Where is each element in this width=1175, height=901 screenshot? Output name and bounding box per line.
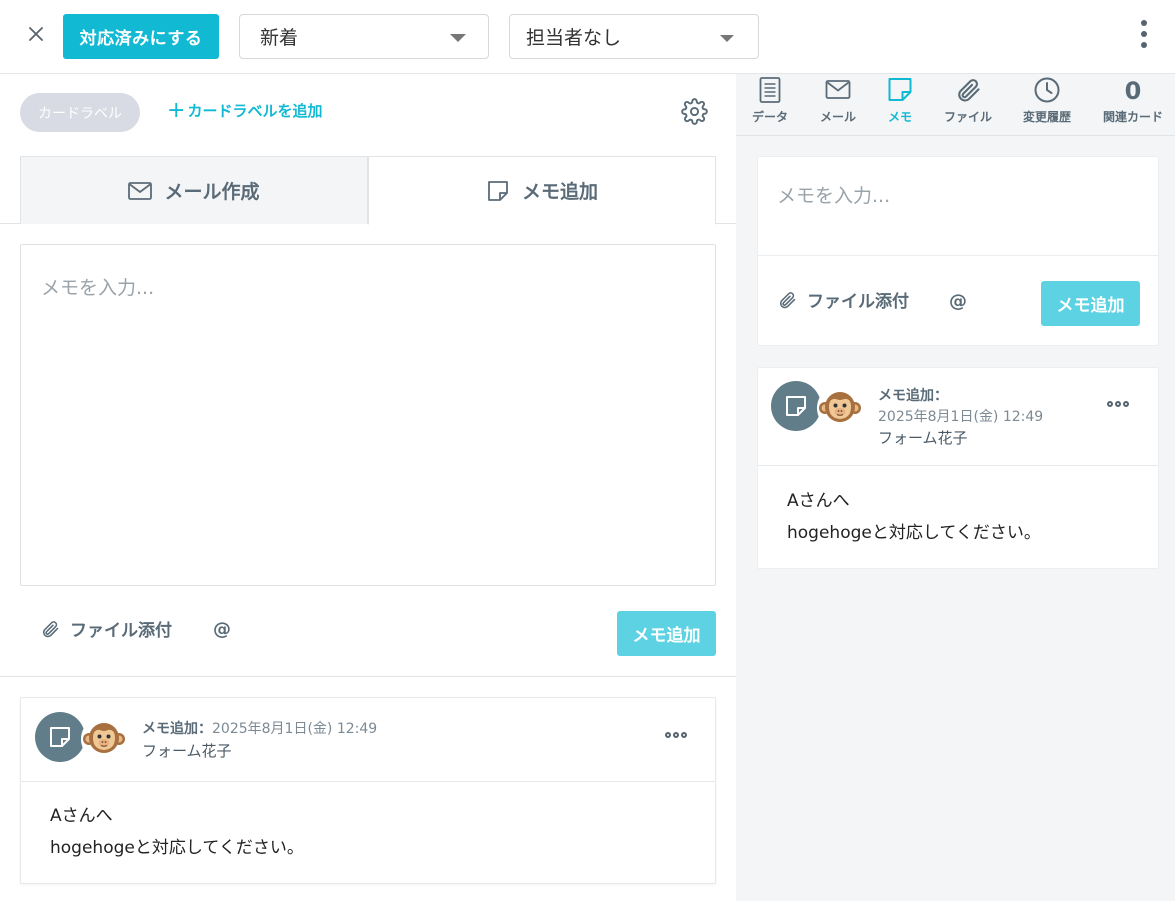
side-tab-history[interactable]: 変更履歴 <box>1021 76 1073 125</box>
side-tab-mail[interactable]: メール <box>818 76 858 125</box>
side-file-attach-button[interactable]: ファイル添付 <box>777 287 909 312</box>
side-mention-button[interactable]: @ <box>949 291 967 312</box>
side-memo-entry: メモ追加： 2025年8月1日(金) 12:49 フォーム花子 Aさんへ hog… <box>757 367 1159 569</box>
status-value: 新着 <box>260 27 299 49</box>
caret-down-icon <box>450 34 466 42</box>
file-attach-label: ファイル添付 <box>70 621 172 641</box>
add-card-label-text: カードラベルを追加 <box>187 102 323 120</box>
more-horizontal-icon[interactable] <box>665 732 689 738</box>
side-tab-label: データ <box>751 110 788 124</box>
side-memo-add-button[interactable]: メモ追加 <box>1041 281 1140 326</box>
monkey-avatar-icon <box>81 716 127 762</box>
side-tab-data[interactable]: データ <box>750 76 790 125</box>
plus-icon: + <box>167 97 186 123</box>
tab-mail-compose[interactable]: メール作成 <box>20 156 368 224</box>
side-file-attach-label: ファイル添付 <box>807 292 909 312</box>
side-memo-composer: メモを入力... ファイル添付 @ メモ追加 <box>757 156 1159 346</box>
memo-entry-title: メモ追加： <box>142 721 212 737</box>
side-tab-label: メール <box>819 110 856 124</box>
more-horizontal-icon[interactable] <box>1107 401 1131 407</box>
tab-memo-add[interactable]: メモ追加 <box>368 156 716 225</box>
paperclip-icon <box>42 620 59 637</box>
memo-icon <box>488 180 508 201</box>
resolve-button[interactable]: 対応済みにする <box>63 14 219 59</box>
memo-entry-line: hogehogeと対応してください。 <box>787 523 1041 543</box>
memo-icon <box>786 396 806 416</box>
side-memo-entry-body: Aさんへ hogehogeと対応してください。 <box>787 485 1041 549</box>
memo-entry-line: Aさんへ <box>787 491 850 511</box>
mention-button[interactable]: @ <box>213 619 231 640</box>
memo-textarea[interactable]: メモを入力... <box>20 244 716 586</box>
side-memo-entry-meta: メモ追加： 2025年8月1日(金) 12:49 フォーム花子 <box>878 386 1043 449</box>
tab-mail-label: メール作成 <box>164 181 260 203</box>
side-tab-memo[interactable]: メモ <box>880 76 920 125</box>
caret-down-icon <box>720 35 734 42</box>
assignee-value: 担当者なし <box>526 27 622 49</box>
mail-icon <box>825 80 851 99</box>
section-divider <box>0 676 736 677</box>
add-card-label-link[interactable]: + カードラベルを追加 <box>167 97 323 123</box>
memo-entry-line: Aさんへ <box>50 806 113 826</box>
side-memo-entry-date: 2025年8月1日(金) 12:49 <box>878 409 1044 425</box>
paperclip-icon <box>958 79 980 102</box>
side-memo-placeholder: メモを入力... <box>777 185 891 207</box>
side-memo-entry-title: メモ追加： <box>878 388 948 404</box>
mail-icon <box>128 181 153 200</box>
side-memo-textarea[interactable]: メモを入力... <box>758 157 1158 256</box>
side-tab-label: ファイル <box>943 110 992 124</box>
clock-icon <box>1034 77 1060 103</box>
close-icon[interactable] <box>26 24 46 44</box>
memo-type-badge <box>35 712 85 762</box>
avatar <box>817 385 863 431</box>
side-tab-label: メモ <box>887 110 912 124</box>
monkey-avatar-icon <box>817 385 863 431</box>
avatar <box>81 716 127 762</box>
memo-icon <box>888 78 912 101</box>
side-tab-related-cards[interactable]: 0 関連カード <box>1100 76 1166 125</box>
status-select[interactable]: 新着 <box>239 14 489 59</box>
memo-entry-line: hogehogeと対応してください。 <box>50 838 304 858</box>
memo-add-button[interactable]: メモ追加 <box>617 611 716 656</box>
side-tab-files[interactable]: ファイル <box>941 76 995 125</box>
memo-entry-header: メモ追加：2025年8月1日(金) 12:49 フォーム花子 <box>21 698 715 782</box>
side-panel: データ メール メモ ファイル 変更履歴 0 関連カード メモを入力... ファ… <box>736 74 1175 901</box>
memo-placeholder: メモを入力... <box>41 277 155 299</box>
related-card-count: 0 <box>1124 77 1142 105</box>
document-icon <box>759 77 781 103</box>
gear-icon[interactable] <box>681 98 708 125</box>
side-tabs: データ メール メモ ファイル 変更履歴 0 関連カード <box>736 74 1175 136</box>
memo-icon <box>50 727 70 747</box>
side-memo-entry-author: フォーム花子 <box>878 429 968 447</box>
side-tab-label: 関連カード <box>1102 110 1163 124</box>
memo-entry-date: 2025年8月1日(金) 12:49 <box>212 721 378 737</box>
main-pane: カードラベル + カードラベルを追加 メール作成 メモ追加 メモを入力... フ… <box>0 74 736 901</box>
assignee-select[interactable]: 担当者なし <box>509 14 759 59</box>
card-label-chip[interactable]: カードラベル <box>20 93 140 132</box>
memo-entry-author: フォーム花子 <box>142 742 232 760</box>
file-attach-button[interactable]: ファイル添付 <box>40 616 172 641</box>
memo-type-badge <box>771 381 821 431</box>
paperclip-icon <box>779 291 796 308</box>
tab-memo-label: メモ追加 <box>521 181 598 203</box>
side-tab-label: 変更履歴 <box>1022 110 1071 124</box>
side-memo-entry-header: メモ追加： 2025年8月1日(金) 12:49 フォーム花子 <box>758 368 1158 466</box>
top-bar: 対応済みにする 新着 担当者なし <box>0 0 1175 74</box>
memo-entry-body: Aさんへ hogehogeと対応してください。 <box>50 800 304 864</box>
more-vertical-icon[interactable] <box>1136 20 1152 52</box>
memo-entry-meta: メモ追加：2025年8月1日(金) 12:49 フォーム花子 <box>142 718 377 761</box>
memo-entry: メモ追加：2025年8月1日(金) 12:49 フォーム花子 Aさんへ hoge… <box>20 697 716 884</box>
